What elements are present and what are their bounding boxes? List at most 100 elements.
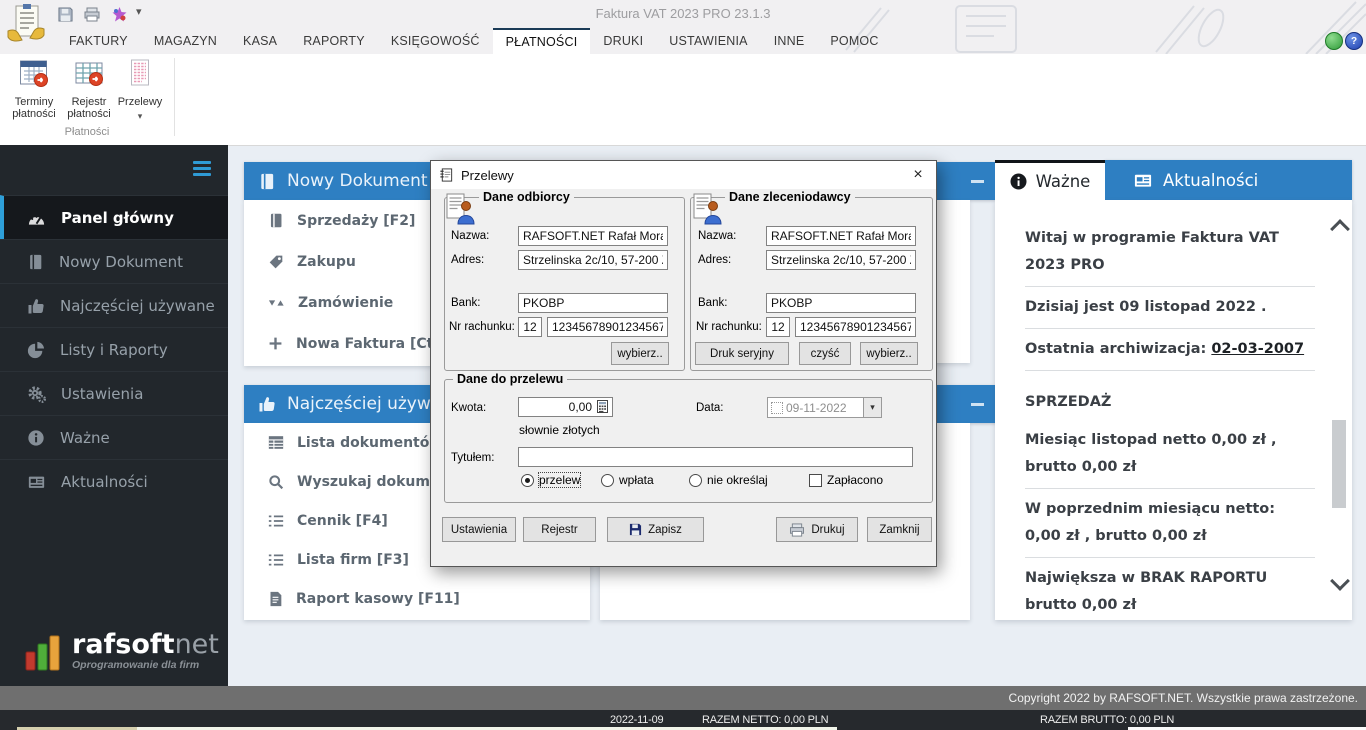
sidebar-item-ustawienia[interactable]: Ustawienia [0,371,228,415]
recipient-contact-icon [446,193,476,230]
ribbon-toolbar: Terminy płatności Rejestr płatności Prze… [0,54,1366,146]
calculator-icon[interactable] [597,400,608,418]
rejestr-button[interactable]: Rejestr [523,517,596,542]
sidebar-toggle-hamburger-icon[interactable] [193,161,211,179]
tab-ustawienia[interactable]: USTAWIENIA [656,28,760,54]
tab-druki[interactable]: DRUKI [590,28,656,54]
archive-date-link[interactable]: 02-03-2007 [1211,341,1304,357]
book-icon [258,172,276,191]
drukuj-button[interactable]: Drukuj [776,517,858,542]
radio-dot-icon [689,474,702,487]
bank-label: Bank: [451,297,480,309]
online-status-icon[interactable] [1325,32,1343,50]
tab-wazne[interactable]: Ważne [995,160,1105,200]
nazwa-label: Nazwa: [451,230,489,242]
odbiorca-nr-input[interactable] [547,317,668,337]
tab-faktury[interactable]: FAKTURY [56,28,141,54]
radio-dot-icon [521,474,534,487]
rejestr-platnosci-button[interactable]: Rejestr płatności [60,58,118,120]
group-title: Dane do przelewu [453,372,567,386]
rejestr-platnosci-label: Rejestr płatności [67,96,110,120]
zleceniodawca-wybierz-button[interactable]: wybierz.. [860,342,918,365]
adres-label: Adres: [451,254,484,266]
scrollbar-thumb[interactable] [1332,420,1346,508]
adres-label: Adres: [698,254,731,266]
copyright-bar: Copyright 2022 by RAFSOFT.NET. Wszystkie… [0,686,1366,710]
sidebar-item-najczesciej-uzywane[interactable]: Najczęściej używane [0,283,228,327]
sidebar-item-nowy-dokument[interactable]: Nowy Dokument [0,239,228,283]
payer-contact-icon [693,193,723,230]
druk-seryjny-button[interactable]: Druk seryjny [695,342,789,365]
zamknij-button[interactable]: Zamknij [867,517,932,542]
close-icon[interactable]: × [900,161,936,189]
print-icon[interactable] [81,5,103,23]
przelewy-dialog: Przelewy × Dane odbiorcy Nazwa: Adres: B… [430,160,937,567]
thumbs-up-icon [27,297,45,315]
book-icon [268,212,284,229]
sidebar-item-aktualnosci[interactable]: Aktualności [0,459,228,503]
tab-platnosci[interactable]: PŁATNOŚCI [493,28,591,54]
sidebar-item-label: Ustawienia [61,385,143,403]
menu-item-raport-kasowy[interactable]: Raport kasowy [F11] [244,579,590,618]
zleceniodawca-bank-input[interactable] [766,293,916,313]
odbiorca-nr-prefix-input[interactable] [518,317,542,337]
radio-przelew[interactable]: przelew [521,473,580,487]
sidebar-item-label: Najczęściej używane [60,297,215,315]
info-icon [1010,173,1027,190]
tytulem-input[interactable] [518,447,913,467]
date-checkbox[interactable] [771,402,783,414]
ribbon-group-label: Płatności [0,126,174,138]
tab-raporty[interactable]: RAPORTY [290,28,378,54]
newspaper-icon [27,473,46,491]
czysc-button[interactable]: czyść [799,342,851,365]
odbiorca-bank-input[interactable] [518,293,668,313]
zleceniodawca-nr-prefix-input[interactable] [766,317,790,337]
collapse-minus-icon[interactable] [971,403,984,406]
sidebar-item-panel-glowny[interactable]: Panel główny [0,195,228,239]
odbiorca-nazwa-input[interactable] [518,226,668,246]
help-icon[interactable]: ? [1345,32,1363,50]
dialog-title: Przelewy [461,168,514,183]
list-icon [268,553,284,567]
group-title: Dane zleceniodawcy [725,190,855,204]
newspaper-icon [1133,171,1153,190]
zleceniodawca-nr-input[interactable] [795,317,916,337]
quick-access-dropdown-icon[interactable]: ▾ [136,5,142,18]
tab-inne[interactable]: INNE [761,28,818,54]
checkbox-zaplacono[interactable]: Zapłacono [809,473,883,487]
przelewy-dropdown-icon[interactable]: ▾ [115,110,165,122]
transfers-document-icon [115,58,165,91]
zleceniodawca-adres-input[interactable] [766,250,916,270]
sidebar-item-listy-i-raporty[interactable]: Listy i Raporty [0,327,228,371]
panel-title: Nowy Dokument [287,171,428,191]
zleceniodawca-nazwa-input[interactable] [766,226,916,246]
date-picker[interactable]: 09-11-2022 ▾ [767,397,882,418]
book-icon [27,253,44,271]
search-icon [268,474,284,490]
stat-previous-month: W poprzednim miesiącu netto: 0,00 zł , b… [1025,489,1315,558]
zapisz-button[interactable]: Zapisz [607,517,704,542]
radio-nie-okreslaj[interactable]: nie określaj [689,473,768,487]
date-dropdown-icon[interactable]: ▾ [863,398,881,417]
welcome-text: Witaj w programie Faktura VAT 2023 PRO [1025,218,1315,287]
tab-aktualnosci[interactable]: Aktualności [1105,160,1352,200]
list-icon [268,514,284,528]
radio-wplata[interactable]: wpłata [601,473,654,487]
save-icon[interactable] [54,5,76,23]
dialog-title-bar[interactable]: Przelewy [431,161,936,189]
style-sparkle-icon[interactable] [108,5,130,23]
tab-kasa[interactable]: KASA [230,28,290,54]
tab-pomoc[interactable]: POMOC [817,28,891,54]
odbiorca-adres-input[interactable] [518,250,668,270]
terminy-platnosci-button[interactable]: Terminy płatności [5,58,63,120]
collapse-minus-icon[interactable] [971,180,984,183]
tab-magazyn[interactable]: MAGAZYN [141,28,230,54]
odbiorca-wybierz-button[interactable]: wybierz.. [611,342,669,365]
przelewy-button[interactable]: Przelewy ▾ [115,58,165,122]
application-window: ▾ Faktura VAT 2023 PRO 23.1.3 FAKTURY MA… [0,0,1366,730]
rafsoft-logo: rafsoftnet Oprogramowanie dla firm [24,632,219,674]
ustawienia-button[interactable]: Ustawienia [442,517,516,542]
tytulem-label: Tytułem: [451,452,494,464]
tab-ksiegowosc[interactable]: KSIĘGOWOŚĆ [378,28,493,54]
sidebar-item-wazne[interactable]: Ważne [0,415,228,459]
